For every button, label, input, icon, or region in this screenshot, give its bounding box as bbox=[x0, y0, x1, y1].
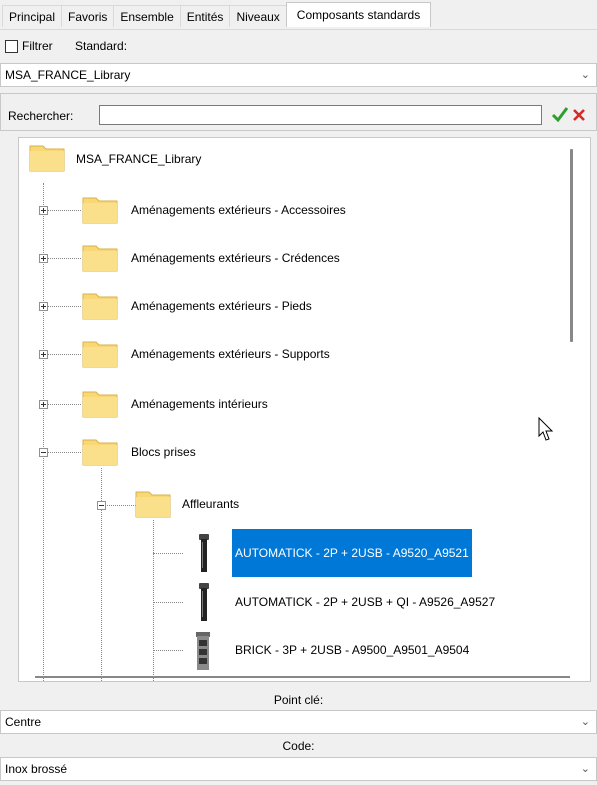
search-label: Rechercher: bbox=[8, 109, 74, 123]
tab-entites[interactable]: Entités bbox=[179, 5, 231, 27]
expand-plus-icon[interactable] bbox=[39, 206, 48, 215]
collapse-minus-icon[interactable] bbox=[39, 448, 48, 457]
filter-checkbox-label[interactable]: Filtrer bbox=[22, 37, 53, 55]
tab-strip: Principal Favoris Ensemble Entités Nivea… bbox=[2, 2, 432, 29]
tree-connector bbox=[153, 602, 183, 603]
tab-favoris[interactable]: Favoris bbox=[61, 5, 115, 27]
folder-icon bbox=[82, 290, 118, 320]
collapse-minus-icon[interactable] bbox=[97, 501, 106, 510]
tree-subfolder-label[interactable]: Affleurants bbox=[182, 495, 239, 513]
code-value: Inox brossé bbox=[5, 762, 68, 776]
folder-icon bbox=[82, 242, 118, 272]
standard-label: Standard: bbox=[75, 39, 128, 53]
expand-plus-icon[interactable] bbox=[39, 302, 48, 311]
point-cle-value: Centre bbox=[5, 715, 42, 729]
tree-connector bbox=[43, 210, 81, 211]
tree-item-label[interactable]: BRICK - 3P + 2USB - A9500_A9501_A9504 bbox=[235, 641, 469, 659]
folder-icon bbox=[135, 488, 171, 518]
point-cle-label: Point clé: bbox=[273, 693, 324, 707]
tree-connector bbox=[153, 650, 183, 651]
code-select[interactable]: Inox brossé ⌄ bbox=[0, 757, 597, 781]
product-thumbnail bbox=[199, 534, 209, 575]
horizontal-scrollbar[interactable] bbox=[35, 676, 570, 678]
chevron-down-icon[interactable]: ⌄ bbox=[581, 758, 590, 780]
component-tree[interactable]: MSA_FRANCE_Library Aménagements extérieu… bbox=[18, 137, 591, 682]
tree-connector bbox=[153, 553, 183, 554]
tree-connector bbox=[101, 505, 136, 506]
product-thumbnail bbox=[195, 632, 211, 673]
mouse-cursor-icon bbox=[538, 416, 554, 446]
expand-plus-icon[interactable] bbox=[39, 254, 48, 263]
tree-folder-label[interactable]: Aménagements intérieurs bbox=[131, 395, 268, 413]
folder-icon bbox=[82, 338, 118, 368]
checkmark-icon[interactable] bbox=[551, 104, 569, 124]
code-label: Code: bbox=[282, 739, 315, 753]
expand-plus-icon[interactable] bbox=[39, 350, 48, 359]
library-select-value: MSA_FRANCE_Library bbox=[5, 68, 131, 82]
point-cle-select[interactable]: Centre ⌄ bbox=[0, 710, 597, 734]
tab-divider bbox=[0, 29, 597, 30]
tree-folder-label[interactable]: Aménagements extérieurs - Pieds bbox=[131, 297, 312, 315]
tab-principal[interactable]: Principal bbox=[2, 5, 63, 27]
tree-folder-label[interactable]: Aménagements extérieurs - Supports bbox=[131, 345, 330, 363]
tab-niveaux[interactable]: Niveaux bbox=[229, 5, 287, 27]
folder-icon bbox=[82, 194, 118, 224]
chevron-down-icon[interactable]: ⌄ bbox=[581, 711, 590, 733]
tree-folder-label[interactable]: Aménagements extérieurs - Accessoires bbox=[131, 201, 346, 219]
search-input[interactable] bbox=[99, 105, 542, 125]
folder-icon bbox=[29, 142, 65, 172]
tree-connector bbox=[43, 452, 81, 453]
tree-item-label[interactable]: AUTOMATICK - 2P + 2USB + QI - A9526_A952… bbox=[235, 593, 495, 611]
cancel-x-icon[interactable] bbox=[570, 104, 588, 124]
tree-connector bbox=[43, 306, 81, 307]
tree-item-label[interactable]: AUTOMATICK - 2P + 2USB - A9520_A9521 bbox=[232, 529, 472, 577]
filter-checkbox[interactable] bbox=[5, 40, 18, 53]
tree-connector bbox=[43, 404, 81, 405]
product-thumbnail bbox=[199, 583, 209, 624]
vertical-scrollbar[interactable] bbox=[570, 149, 573, 342]
tree-connector bbox=[43, 258, 81, 259]
expand-plus-icon[interactable] bbox=[39, 400, 48, 409]
tab-ensemble[interactable]: Ensemble bbox=[113, 5, 181, 27]
library-select[interactable]: MSA_FRANCE_Library ⌄ bbox=[0, 63, 597, 87]
folder-icon bbox=[82, 388, 118, 418]
tree-root-label[interactable]: MSA_FRANCE_Library bbox=[76, 150, 201, 168]
tree-folder-label[interactable]: Blocs prises bbox=[131, 443, 196, 461]
chevron-down-icon[interactable]: ⌄ bbox=[581, 64, 590, 86]
tree-connector bbox=[153, 520, 154, 681]
tree-folder-label[interactable]: Aménagements extérieurs - Crédences bbox=[131, 249, 340, 267]
tree-connector bbox=[43, 354, 81, 355]
tab-composants-standards[interactable]: Composants standards bbox=[285, 2, 432, 27]
folder-icon bbox=[82, 436, 118, 466]
